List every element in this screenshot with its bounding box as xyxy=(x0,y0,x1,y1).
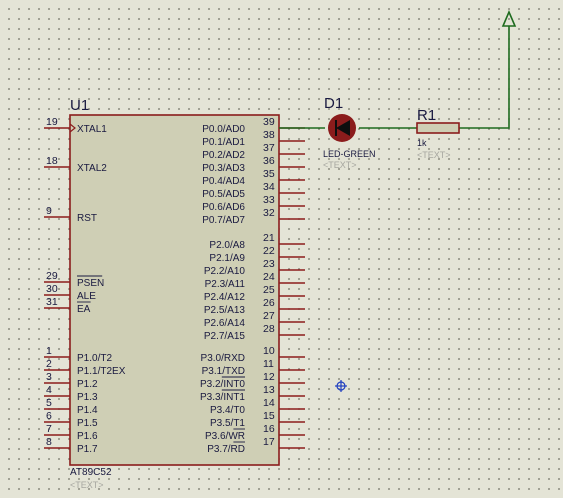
pin-number: 36 xyxy=(263,155,275,167)
pin-number: 15 xyxy=(263,410,275,422)
pin-number: 30 xyxy=(46,283,58,295)
u1-text-placeholder: <TEXT> xyxy=(70,480,104,490)
pin-number: 24 xyxy=(263,271,275,283)
d1-led[interactable]: D1 LED-GREEN <TEXT> xyxy=(323,95,376,170)
pin-number: 18 xyxy=(46,155,58,167)
pin-label: P1.3 xyxy=(77,392,98,403)
pin-label: P2.1/A9 xyxy=(209,253,245,264)
pin-label: XTAL1 xyxy=(77,124,107,135)
pin-number: 32 xyxy=(263,207,275,219)
pin-number: 25 xyxy=(263,284,275,296)
pin-number: 17 xyxy=(263,436,275,448)
pin-number: 7 xyxy=(46,423,52,435)
pin-number: 21 xyxy=(263,232,275,244)
pin-number: 33 xyxy=(263,194,275,206)
pin-label: P1.4 xyxy=(77,405,98,416)
pin-label: P3.2/INT0 xyxy=(200,379,245,390)
pin-label: P1.2 xyxy=(77,379,98,390)
pin-label: P1.0/T2 xyxy=(77,353,112,364)
pin-label: P3.5/T1 xyxy=(210,418,245,429)
pin-label: P2.0/A8 xyxy=(209,240,245,251)
d1-value: LED-GREEN xyxy=(323,149,376,159)
pin-label: PSEN xyxy=(77,278,104,289)
pin-label: P2.5/A13 xyxy=(204,305,246,316)
wires xyxy=(279,26,510,129)
pin-number: 31 xyxy=(46,296,58,308)
u1-component[interactable]: U1 19 XTAL1 18 XTAL2 9 RST 29 PSEN 30 ALE 31 EA 1 P1.… xyxy=(44,97,305,490)
pin-label: P2.6/A14 xyxy=(204,318,246,329)
pin-label: P2.7/A15 xyxy=(204,331,246,342)
pin-number: 27 xyxy=(263,310,275,322)
pin-number: 22 xyxy=(263,245,275,257)
d1-text-placeholder: <TEXT> xyxy=(323,160,357,170)
pin-label: P1.1/T2EX xyxy=(77,366,126,377)
pin-label: P0.0/AD0 xyxy=(202,124,245,135)
pin-label: P3.4/T0 xyxy=(210,405,245,416)
cursor-crosshair-icon xyxy=(335,380,347,392)
pin-number: 35 xyxy=(263,168,275,180)
pin-number: 3 xyxy=(46,371,52,383)
pin-number: 16 xyxy=(263,423,275,435)
pin-label: P3.3/INT1 xyxy=(200,392,245,403)
pin-number: 13 xyxy=(263,384,275,396)
pin-number: 2 xyxy=(46,358,52,370)
pin-label: P1.7 xyxy=(77,444,98,455)
pin-number: 38 xyxy=(263,129,275,141)
pin-label: P0.5/AD5 xyxy=(202,189,245,200)
pin-label: XTAL2 xyxy=(77,163,107,174)
power-terminal[interactable] xyxy=(501,9,517,27)
r1-resistor[interactable]: R1 1k <TEXT> xyxy=(416,107,460,160)
pin-number: 39 xyxy=(263,116,275,128)
u1-ref: U1 xyxy=(70,97,89,114)
pin-label: P2.4/A12 xyxy=(204,292,246,303)
pin-label: P0.1/AD1 xyxy=(202,137,245,148)
pin-label: EA xyxy=(77,304,91,315)
pin-number: 9 xyxy=(46,205,52,217)
pin-number: 14 xyxy=(263,397,275,409)
u1-part-value: AT89C52 xyxy=(70,467,112,478)
pin-label: P0.4/AD4 xyxy=(202,176,245,187)
pin-number: 12 xyxy=(263,371,275,383)
pin-number: 1 xyxy=(46,345,52,357)
pin-number: 5 xyxy=(46,397,52,409)
pin-label: RST xyxy=(77,213,97,224)
pin-number: 37 xyxy=(263,142,275,154)
pin-label: P0.7/AD7 xyxy=(202,215,245,226)
pin-label: P1.5 xyxy=(77,418,98,429)
pin-label: P3.0/RXD xyxy=(201,353,245,364)
pin-number: 11 xyxy=(263,358,274,370)
r1-ref: R1 xyxy=(417,107,436,124)
pin-label: P0.2/AD2 xyxy=(202,150,245,161)
pin-number: 8 xyxy=(46,436,52,448)
pin-number: 6 xyxy=(46,410,52,422)
pin-label: P0.6/AD6 xyxy=(202,202,245,213)
pin-label: ALE xyxy=(77,291,96,302)
d1-ref: D1 xyxy=(324,95,343,112)
power-arrow-icon xyxy=(501,9,517,27)
r1-text-placeholder: <TEXT> xyxy=(417,150,451,160)
pin-number: 29 xyxy=(46,270,58,282)
pin-number: 4 xyxy=(46,384,52,396)
pin-label: P3.7/RD xyxy=(207,444,245,455)
pin-number: 23 xyxy=(263,258,275,270)
resistor-body xyxy=(416,122,460,134)
pin-number: 10 xyxy=(263,345,275,357)
pin-number: 19 xyxy=(46,116,58,128)
pin-label: P3.6/WR xyxy=(205,431,245,442)
pin-number: 28 xyxy=(263,323,275,335)
pin-label: P3.1/TXD xyxy=(202,366,245,377)
pin-label: P2.2/A10 xyxy=(204,266,246,277)
r1-value: 1k xyxy=(417,138,427,148)
pin-label: P2.3/A11 xyxy=(205,279,246,290)
pin-number: 26 xyxy=(263,297,275,309)
schematic-canvas[interactable]: U1 19 XTAL1 18 XTAL2 9 RST 29 PSEN 30 ALE 31 EA 1 P1.… xyxy=(0,0,563,498)
pin-label: P0.3/AD3 xyxy=(202,163,245,174)
pin-number: 34 xyxy=(263,181,275,193)
pin-label: P1.6 xyxy=(77,431,98,442)
wire-resistor-to-power[interactable] xyxy=(459,26,510,129)
